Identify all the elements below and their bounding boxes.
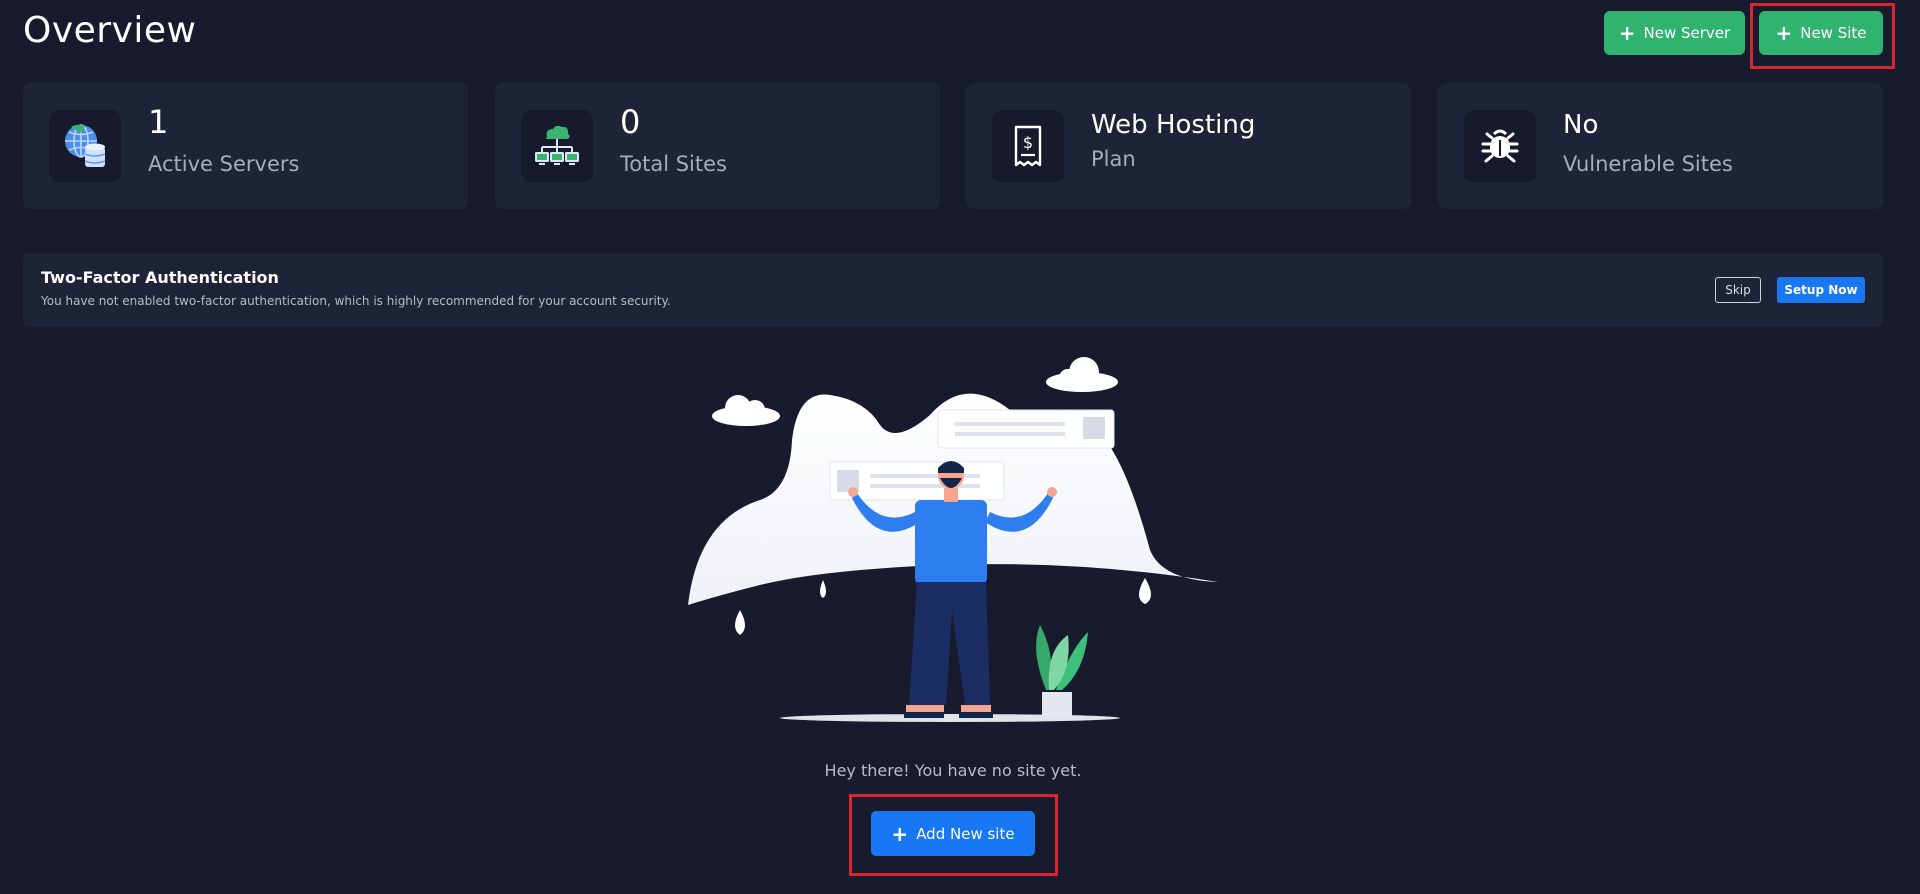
globe-database-icon (65, 124, 106, 167)
stat-value: No (1563, 110, 1599, 140)
receipt-dollar-icon: $ (1014, 125, 1042, 167)
stat-value: 1 (148, 103, 169, 141)
two-factor-title: Two-Factor Authentication (41, 268, 279, 287)
new-server-button[interactable]: + New Server (1604, 11, 1745, 55)
new-site-label: New Site (1800, 24, 1867, 42)
plus-icon: + (891, 821, 909, 846)
stat-label: Active Servers (148, 152, 300, 176)
stat-label: Total Sites (620, 152, 727, 176)
new-site-button[interactable]: + New Site (1759, 11, 1883, 55)
svg-text:$: $ (1023, 133, 1033, 152)
plus-icon: + (1775, 21, 1793, 45)
two-factor-banner: Two-Factor Authentication You have not e… (23, 253, 1883, 327)
stat-label: Vulnerable Sites (1563, 152, 1733, 176)
plus-icon: + (1618, 21, 1636, 45)
add-new-site-label: Add New site (916, 824, 1015, 843)
empty-state-illustration (688, 357, 1218, 722)
skip-button[interactable]: Skip (1715, 277, 1761, 303)
stat-label: Plan (1091, 147, 1136, 171)
stat-card-vulnerable-sites: No Vulnerable Sites (1438, 83, 1883, 209)
bug-icon (1481, 129, 1519, 163)
setup-now-button[interactable]: Setup Now (1777, 277, 1865, 303)
stat-value: 0 (620, 103, 641, 141)
cloud-network-icon (535, 125, 579, 165)
stat-card-plan: $ Web Hosting Plan (966, 83, 1411, 209)
cloud-left (712, 395, 780, 426)
plant (1036, 625, 1088, 716)
stat-card-active-servers: 1 Active Servers (23, 83, 468, 209)
add-new-site-button[interactable]: + Add New site (871, 811, 1035, 856)
page-title: Overview (23, 10, 197, 51)
two-factor-description: You have not enabled two-factor authenti… (41, 294, 671, 308)
cloud-right (1046, 357, 1118, 392)
stat-card-total-sites: 0 Total Sites (495, 83, 940, 209)
new-server-label: New Server (1643, 24, 1731, 42)
empty-state-message: Hey there! You have no site yet. (824, 761, 1082, 780)
stat-value: Web Hosting (1091, 110, 1256, 140)
